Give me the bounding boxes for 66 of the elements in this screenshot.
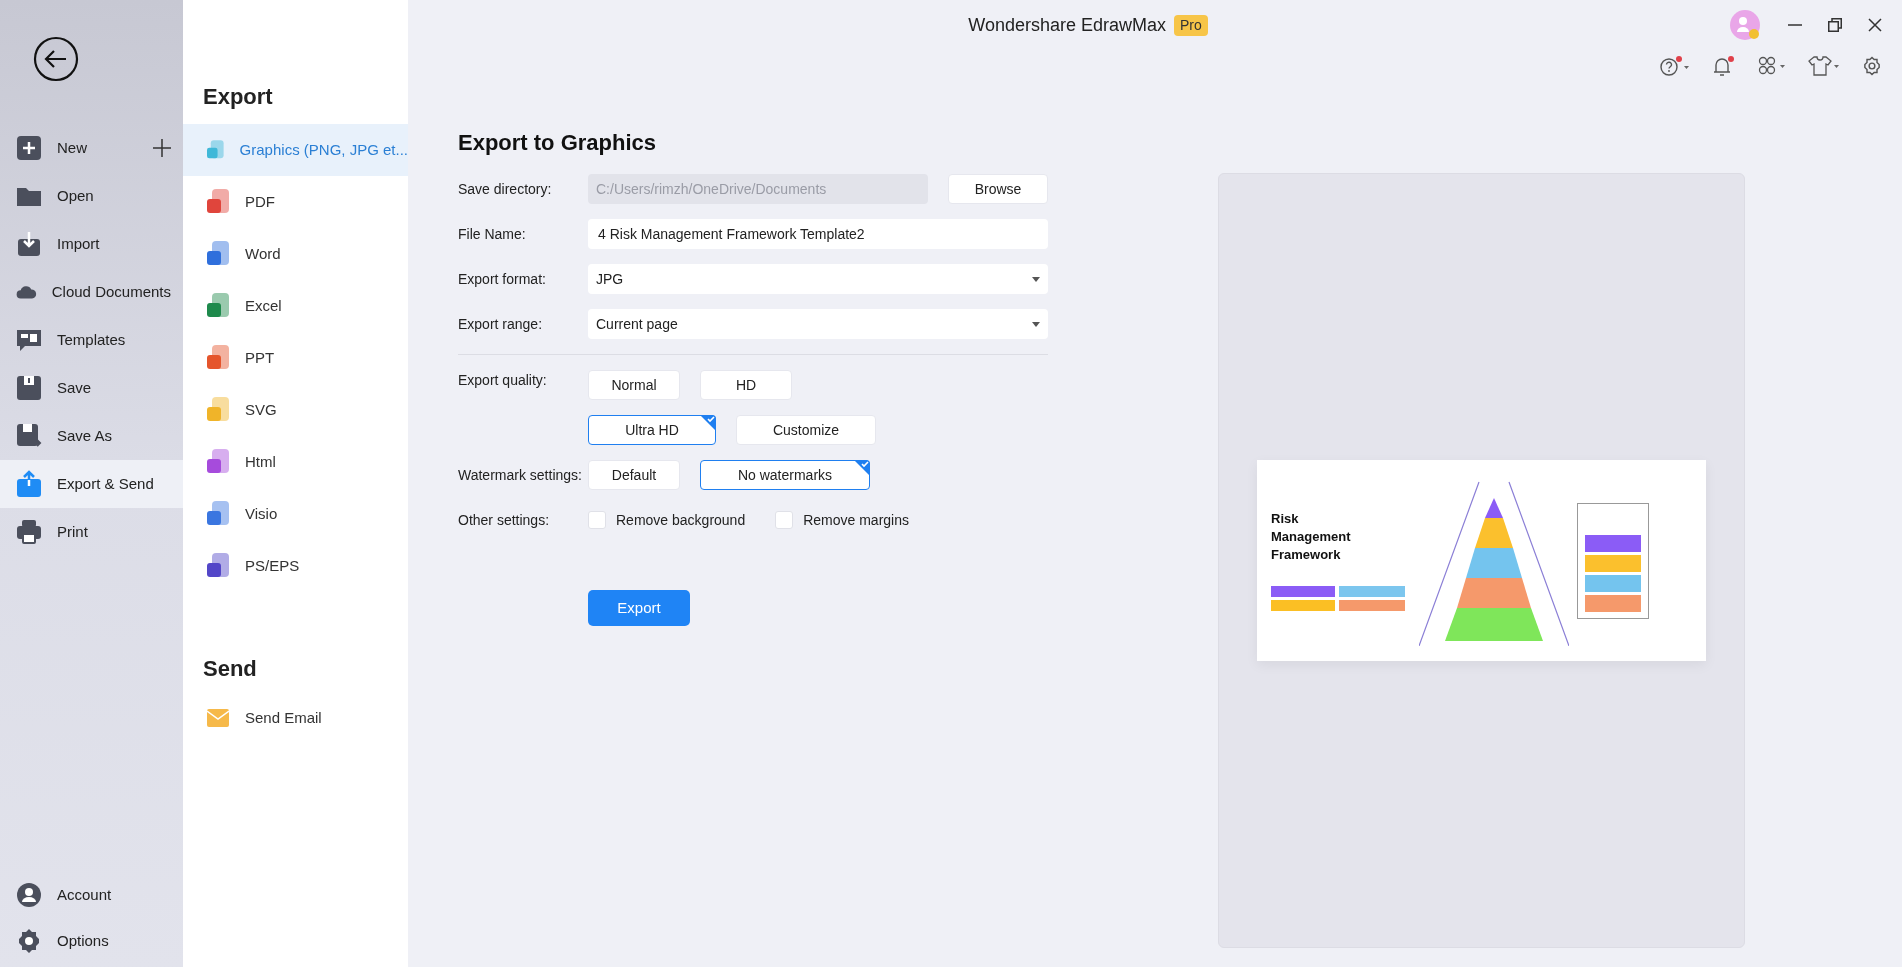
export-format-item[interactable]: Word <box>183 228 408 280</box>
checkbox[interactable] <box>775 511 794 529</box>
option-button[interactable]: HD <box>700 370 792 400</box>
plus-icon[interactable] <box>153 139 171 157</box>
sidebar-item[interactable]: Options <box>0 918 183 964</box>
check-corner-icon <box>700 415 716 431</box>
sidebar-item[interactable]: Cloud Documents <box>0 268 183 316</box>
checkbox-label: Remove background <box>616 510 746 530</box>
check-corner-icon <box>854 460 870 476</box>
bell-icon[interactable] <box>1712 56 1736 76</box>
sidebar-item[interactable]: Templates <box>0 316 183 364</box>
option-button[interactable]: Customize <box>736 415 876 445</box>
sidebar-item[interactable]: Account <box>0 872 183 918</box>
shirt-icon[interactable] <box>1808 56 1840 76</box>
export-format-item[interactable]: Visio <box>183 488 408 540</box>
field-label: Save directory: <box>458 179 553 199</box>
sidebar-item[interactable]: Open <box>0 172 183 220</box>
section-heading: Export <box>202 83 274 111</box>
option-button[interactable]: Ultra HD <box>588 415 716 445</box>
dropdown-caret-icon <box>1032 321 1040 327</box>
help-icon[interactable] <box>1660 56 1690 76</box>
upload-icon <box>15 470 43 498</box>
option-button[interactable]: Default <box>588 460 680 490</box>
sidebar-item[interactable]: Import <box>0 220 183 268</box>
settings-icon[interactable] <box>1862 56 1882 76</box>
sidebar-item[interactable]: New <box>0 124 183 172</box>
sidebar-item[interactable]: Print <box>0 508 183 556</box>
option-button[interactable]: No watermarks <box>700 460 870 490</box>
sidebar-item[interactable]: Export & Send <box>0 460 183 508</box>
file-name-field[interactable]: 4 Risk Management Framework Template2 <box>588 219 1048 249</box>
dropdown[interactable]: Current page <box>588 309 1048 339</box>
option-button[interactable]: Normal <box>588 370 680 400</box>
sidebar-item[interactable]: Save <box>0 364 183 412</box>
export-format-item[interactable]: SVG <box>183 384 408 436</box>
pro-badge: Pro <box>1174 14 1208 36</box>
plus-icon <box>15 134 43 162</box>
user-icon <box>15 881 43 909</box>
export-button[interactable]: Export <box>588 590 690 626</box>
checkbox[interactable] <box>588 511 606 529</box>
close-icon[interactable] <box>1868 18 1882 32</box>
export-format-item[interactable]: PPT <box>183 332 408 384</box>
export-format-item[interactable]: PDF <box>183 176 408 228</box>
export-format-item[interactable]: Excel <box>183 280 408 332</box>
field-label: Watermark settings: <box>458 465 583 485</box>
restore-icon[interactable] <box>1828 18 1842 32</box>
field-label: Export format: <box>458 269 547 289</box>
field-label: Other settings: <box>458 510 551 530</box>
export-format-item[interactable]: Html <box>183 436 408 488</box>
field-label: File Name: <box>458 224 527 244</box>
grid-icon[interactable] <box>1758 56 1786 76</box>
dropdown-caret-icon <box>1032 276 1040 282</box>
window-title: Wondershare EdrawMax <box>968 13 1166 37</box>
form-title: Export to Graphics <box>458 129 658 157</box>
printer-icon <box>15 518 43 546</box>
send-email-item[interactable]: Send Email <box>183 692 408 744</box>
diagram-title: Risk Management Framework <box>1271 509 1351 564</box>
export-format-item[interactable]: PS/EPS <box>183 540 408 592</box>
export-format-item[interactable]: Graphics (PNG, JPG et... <box>183 124 408 176</box>
field-label: Export range: <box>458 314 544 334</box>
sidebar-item[interactable]: Save As <box>0 412 183 460</box>
envelope-icon <box>207 709 229 727</box>
download-icon <box>15 230 43 258</box>
field-label: Export quality: <box>458 371 548 390</box>
dropdown[interactable]: JPG <box>588 264 1048 294</box>
checkbox-label: Remove margins <box>803 510 909 530</box>
section-heading: Send <box>202 655 258 683</box>
